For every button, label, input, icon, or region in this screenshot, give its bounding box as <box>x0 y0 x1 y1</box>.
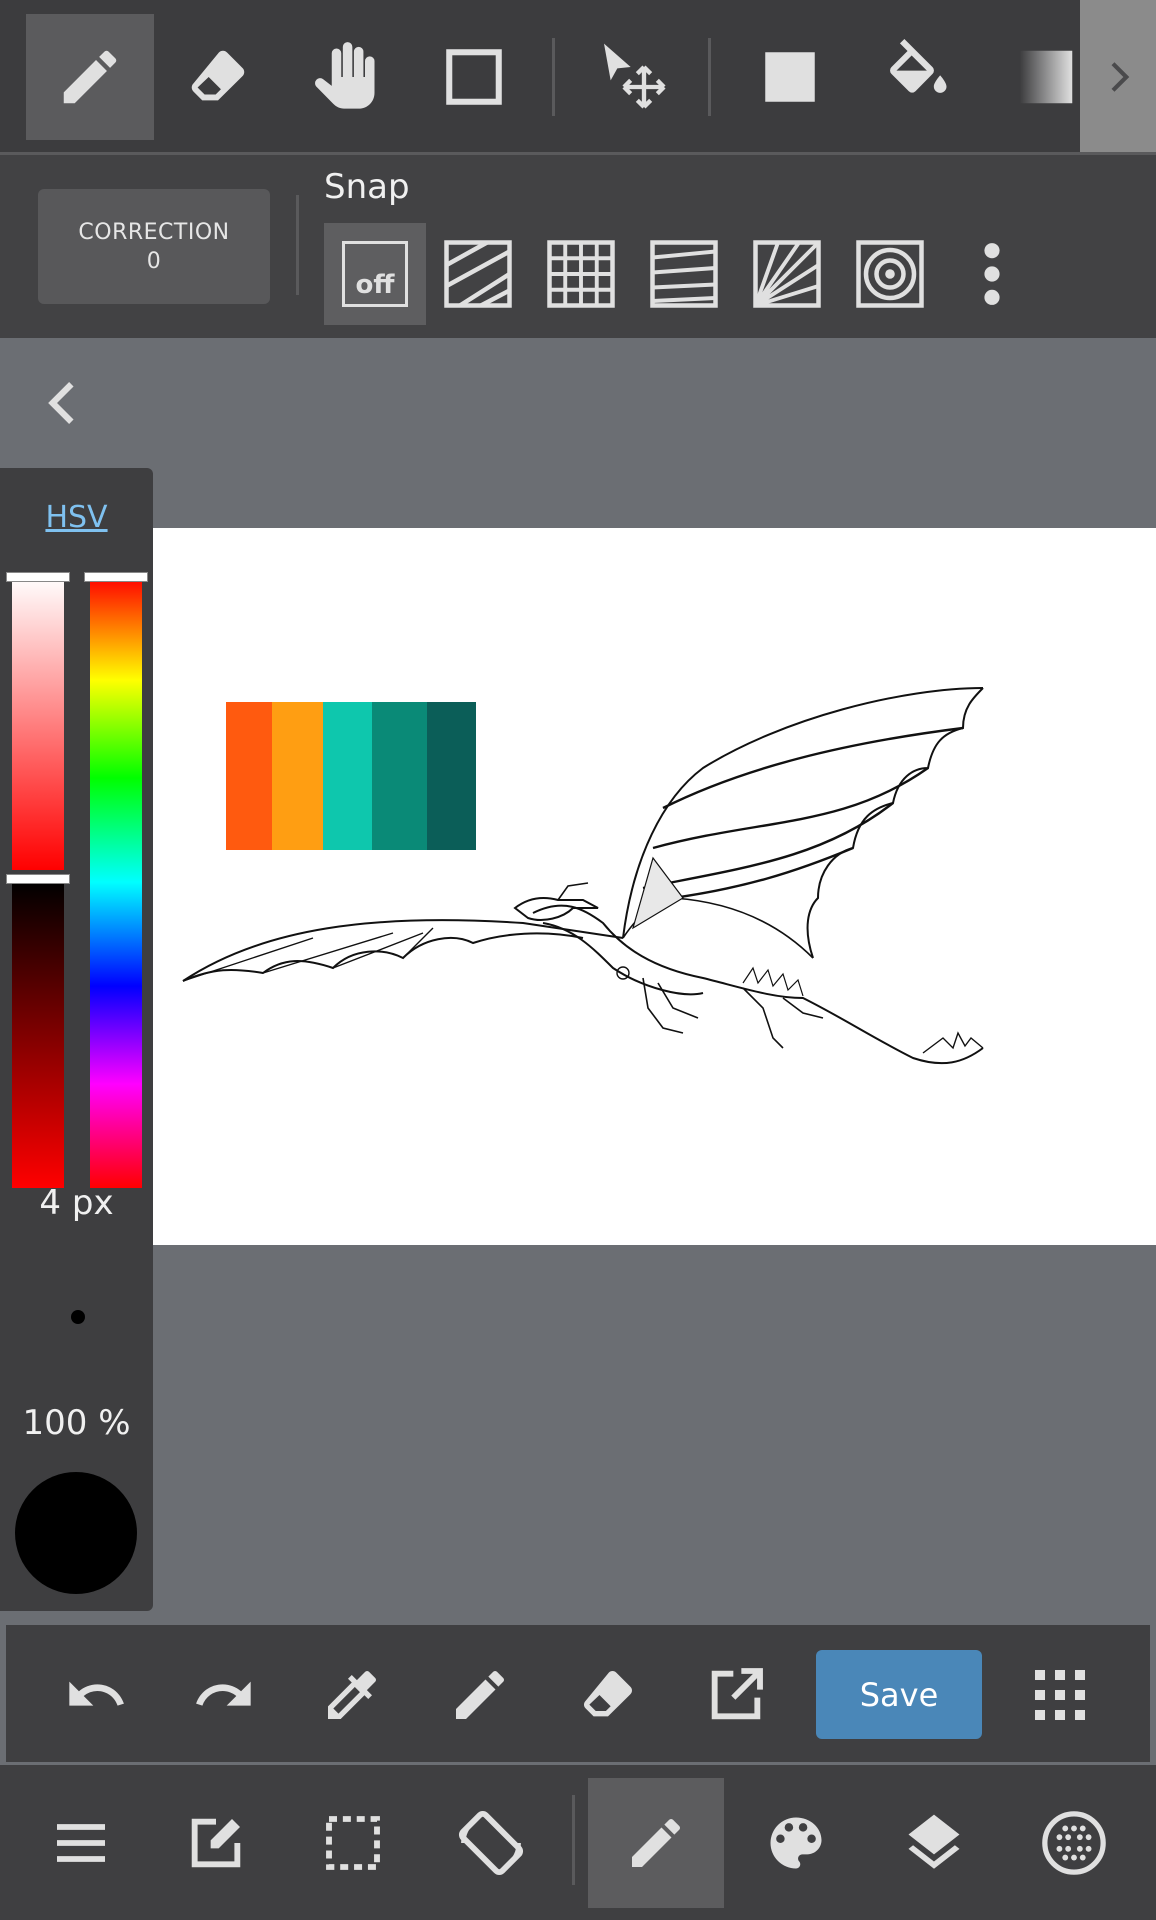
undo-button[interactable] <box>48 1647 143 1742</box>
eraser-icon <box>191 50 245 101</box>
export-icon <box>711 1667 763 1719</box>
redo-button[interactable] <box>176 1647 271 1742</box>
saturation-slider[interactable] <box>12 576 64 870</box>
snap-off-button[interactable]: off <box>324 223 426 325</box>
brush-size-label[interactable]: 4 px <box>0 1183 153 1223</box>
top-toolbar <box>0 0 1156 155</box>
more-vertical-icon <box>984 243 1000 305</box>
value-handle[interactable] <box>6 874 70 884</box>
snap-vanishing-icon <box>650 240 718 308</box>
nav-divider <box>572 1795 575 1885</box>
edit-icon <box>191 1818 241 1868</box>
snap-parallel-button[interactable] <box>427 223 529 325</box>
filled-square-icon <box>765 52 815 102</box>
pen-tool-button[interactable] <box>26 14 154 140</box>
snap-grid-icon <box>547 240 615 308</box>
hand-tool-button[interactable] <box>282 14 410 140</box>
rotate-canvas-button[interactable] <box>423 1778 559 1908</box>
snap-divider <box>296 195 299 295</box>
drawing-canvas[interactable] <box>143 528 1156 1245</box>
hand-icon <box>315 42 375 109</box>
quick-menu-button[interactable] <box>1012 1647 1107 1742</box>
current-color-swatch[interactable] <box>15 1472 137 1594</box>
dragon-drawing <box>182 687 984 1065</box>
brush-size-preview <box>71 1310 85 1324</box>
expand-tools-button[interactable] <box>1080 0 1156 154</box>
snap-vanishing-button[interactable] <box>633 223 735 325</box>
redo-icon <box>195 1681 251 1706</box>
bottom-nav-bar <box>0 1765 1156 1920</box>
bucket-tool-button[interactable] <box>854 14 982 140</box>
hue-slider[interactable] <box>90 576 142 1188</box>
move-tool-button[interactable] <box>570 14 698 140</box>
snap-concentric-button[interactable] <box>839 223 941 325</box>
toolbar-divider <box>708 38 711 116</box>
snap-label: Snap <box>324 167 410 207</box>
grid-dots-icon <box>1034 1669 1085 1720</box>
palette-icon <box>770 1817 822 1869</box>
fill-rect-button[interactable] <box>726 14 854 140</box>
material-button[interactable] <box>1006 1778 1142 1908</box>
menu-button[interactable] <box>13 1778 149 1908</box>
menu-icon <box>57 1824 105 1862</box>
snap-off-label: off <box>355 270 395 300</box>
snap-radial-button[interactable] <box>736 223 838 325</box>
palette-button[interactable] <box>728 1778 864 1908</box>
material-icon <box>1042 1811 1106 1875</box>
brush-button[interactable] <box>588 1778 724 1908</box>
save-button[interactable]: Save <box>816 1650 982 1739</box>
opacity-label[interactable]: 100 % <box>0 1403 153 1443</box>
eyedropper-icon <box>327 1670 376 1719</box>
layers-button[interactable] <box>866 1778 1002 1908</box>
snap-more-button[interactable] <box>942 223 1042 325</box>
action-bar: Save <box>6 1625 1150 1762</box>
hue-handle[interactable] <box>84 572 148 582</box>
rotate-icon <box>458 1810 524 1876</box>
snap-parallel-icon <box>444 240 512 308</box>
chevron-right-icon <box>1111 62 1130 92</box>
eraser-icon <box>583 1670 632 1716</box>
value-slider[interactable] <box>12 882 64 1188</box>
edit-button[interactable] <box>148 1778 284 1908</box>
gradient-icon <box>1019 50 1073 104</box>
snap-off-icon: off <box>342 241 408 307</box>
color-mode-toggle[interactable]: HSV <box>0 500 153 535</box>
layers-icon <box>908 1814 960 1869</box>
saturation-handle[interactable] <box>6 572 70 582</box>
pencil-icon <box>455 1670 504 1719</box>
square-outline-icon <box>446 49 502 105</box>
move-arrow-icon <box>604 43 666 109</box>
chevron-left-icon <box>48 382 74 424</box>
selection-icon <box>326 1816 380 1870</box>
correction-label: CORRECTION <box>78 219 230 245</box>
snap-concentric-icon <box>856 240 924 308</box>
toolbar-divider <box>552 38 555 116</box>
selection-button[interactable] <box>285 1778 421 1908</box>
export-button[interactable] <box>688 1647 783 1742</box>
correction-value: 0 <box>146 248 162 274</box>
correction-button[interactable]: CORRECTION 0 <box>38 189 270 304</box>
pencil-icon <box>63 50 117 104</box>
snap-grid-button[interactable] <box>530 223 632 325</box>
brush-icon <box>632 1818 681 1867</box>
eyedropper-button[interactable] <box>304 1647 399 1742</box>
select-rect-button[interactable] <box>410 14 538 140</box>
eraser-quick-button[interactable] <box>560 1647 655 1742</box>
snap-radial-icon <box>753 240 821 308</box>
paint-bucket-icon <box>890 39 947 93</box>
snap-bar: CORRECTION 0 Snap off <box>0 155 1156 338</box>
pen-quick-button[interactable] <box>432 1647 527 1742</box>
eraser-tool-button[interactable] <box>154 14 282 140</box>
collapse-panel-button[interactable] <box>38 378 88 428</box>
undo-icon <box>68 1681 124 1706</box>
color-panel: HSV 4 px 100 % <box>0 468 153 1611</box>
